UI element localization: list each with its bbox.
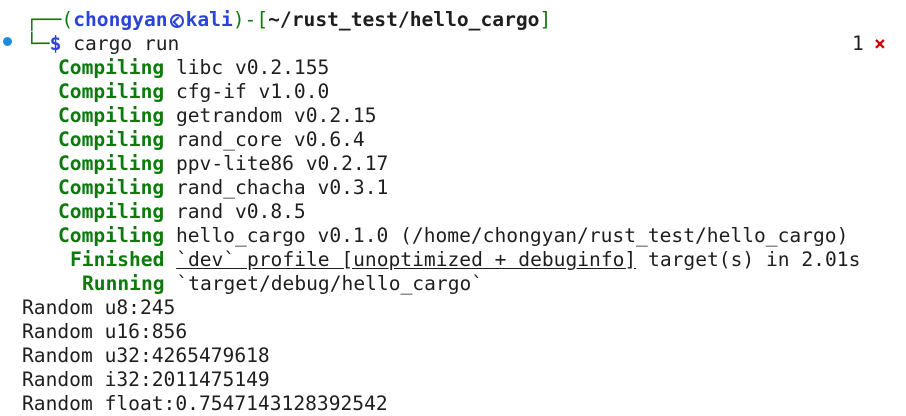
kali-dragon-icon <box>169 14 184 28</box>
compile-line: Compiling rand_chacha v0.3.1 <box>58 176 388 200</box>
running-target: `target/debug/hello_cargo` <box>176 272 484 295</box>
error-x-icon: × <box>874 32 886 55</box>
finished-label: Finished <box>70 248 165 271</box>
compiling-label: Compiling <box>58 200 165 223</box>
compile-crate: rand_chacha v0.3.1 <box>175 176 389 199</box>
compile-crate: libc v0.2.155 <box>175 56 330 79</box>
finished-profile: `dev` profile [unoptimized + debuginfo] <box>176 248 637 271</box>
prompt-box-bottom: └─ <box>26 32 50 55</box>
output-line: Random float:0.7547143128392542 <box>22 392 388 415</box>
compile-line: Compiling libc v0.2.155 <box>58 56 329 80</box>
compiling-label: Compiling <box>58 80 165 103</box>
output-line: Random u8:245 <box>22 296 176 319</box>
prompt-separator: )-[ <box>232 8 269 31</box>
output-line: Random u32:4265479618 <box>22 344 270 367</box>
running-label: Running <box>82 272 165 295</box>
running-line: Running `target/debug/hello_cargo` <box>82 272 483 296</box>
command-text: cargo run <box>73 32 180 55</box>
compile-line: Compiling rand v0.8.5 <box>58 200 306 224</box>
compile-line: Compiling getrandom v0.2.15 <box>58 104 377 128</box>
compile-crate: getrandom v0.2.15 <box>175 104 377 127</box>
compile-crate: ppv-lite86 v0.2.17 <box>175 152 389 175</box>
finished-suffix: target(s) in 2.01s <box>636 248 861 271</box>
prompt-symbol: $ <box>49 32 62 55</box>
compile-crate: hello_cargo v0.1.0 (/home/chongyan/rust_… <box>175 224 849 247</box>
output-line: Random u16:856 <box>22 320 188 343</box>
compiling-label: Compiling <box>58 224 165 247</box>
prompt-bracket-close: ] <box>539 8 552 31</box>
prompt-user: chongyan <box>73 8 168 31</box>
compiling-label: Compiling <box>58 128 165 151</box>
compile-crate: rand_core v0.6.4 <box>175 128 365 151</box>
finished-line: Finished `dev` profile [unoptimized + de… <box>70 248 860 272</box>
compile-line: Compiling hello_cargo v0.1.0 (/home/chon… <box>58 224 848 248</box>
prompt-path: ~/rust_test/hello_cargo <box>268 8 540 31</box>
prompt-host: kali <box>185 8 233 31</box>
compiling-label: Compiling <box>58 104 165 127</box>
compile-line: Compiling rand_core v0.6.4 <box>58 128 365 152</box>
compile-line: Compiling cfg-if v1.0.0 <box>58 80 329 104</box>
compiling-label: Compiling <box>58 152 165 175</box>
command-line: └─$ cargo run <box>26 32 179 56</box>
compile-crate: rand v0.8.5 <box>175 200 306 223</box>
prompt-box-top: ┌──( <box>26 8 74 31</box>
compile-crate: cfg-if v1.0.0 <box>175 80 330 103</box>
compile-line: Compiling ppv-lite86 v0.2.17 <box>58 152 388 176</box>
output-line: Random i32:2011475149 <box>22 368 270 391</box>
compiling-label: Compiling <box>58 56 165 79</box>
prompt-line: ┌──(chongyan kali)-[~/rust_test/hello_car… <box>26 8 551 32</box>
command-status-dot-icon <box>3 37 12 46</box>
compiling-label: Compiling <box>58 176 165 199</box>
exit-count: 1 <box>852 32 864 55</box>
